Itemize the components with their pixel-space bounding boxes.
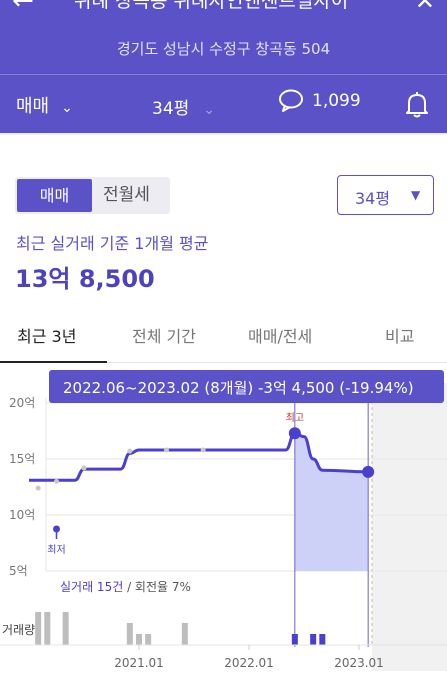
page-title: 위례 창곡동 위례자연앤센트럴자이 (74, 0, 349, 12)
filter-bar: 매매 ⌄ 34평 ⌄ 1,099 (0, 74, 447, 133)
latest-point (362, 465, 375, 478)
highlight-fill (294, 433, 369, 571)
volume-bar (126, 623, 133, 645)
tooltip-text: 2022.06~2023.02 (8개월) -3억 4,500 (-19.94%… (63, 379, 414, 397)
header-divider (0, 133, 447, 135)
volume-bar (181, 623, 188, 645)
price-chart[interactable]: 20억 15억 10억 5억 최고최저 2022.06~2023.02 (8개월) -3억… (0, 363, 447, 671)
x-tick-label: 2023.01 (334, 656, 384, 670)
caret-down-icon: ▼ (411, 188, 421, 202)
comments-button[interactable]: 1,099 (278, 89, 361, 113)
volume-bar (291, 634, 298, 645)
tab-compare[interactable]: 비교 (385, 323, 414, 347)
tab-all-period[interactable]: 전체 기간 (132, 323, 196, 347)
volume-bar (310, 634, 317, 645)
transaction-point (81, 465, 87, 471)
size-select[interactable]: 34평 ▼ (337, 175, 434, 215)
x-tick-label: 2022.01 (224, 656, 274, 670)
size-select-value: 34평 (355, 189, 391, 208)
app-header: ← 위례 창곡동 위례자연앤센트럴자이 ✕ 경기도 성남시 수정구 창곡동 50… (0, 0, 447, 133)
bell-icon[interactable] (404, 91, 430, 119)
volume-bar (44, 612, 51, 645)
deal-type-toggle: 매매 전월세 (15, 177, 170, 214)
deal-type-label: 매매 (16, 96, 50, 117)
average-price: 13억 8,500 (15, 265, 155, 293)
y-tick-label: 5억 (9, 564, 28, 578)
transaction-point (35, 485, 41, 491)
size-filter[interactable]: 34평 ⌄ (152, 94, 215, 119)
volume-label: 거래량 (2, 623, 35, 637)
future-area (372, 383, 447, 671)
tab-recent-3y[interactable]: 최근 3년 (17, 323, 76, 347)
address-text: 경기도 성남시 수정구 창곡동 504 (116, 40, 331, 58)
chevron-down-icon: ⌄ (61, 100, 73, 116)
toggle-sale[interactable]: 매매 (17, 179, 92, 212)
toggle-rent[interactable]: 전월세 (103, 177, 150, 214)
chevron-down-icon: ⌄ (203, 102, 216, 118)
period-tabs: 최근 3년 전체 기간 매매/전세 비교 (0, 315, 447, 363)
comment-count: 1,099 (312, 91, 361, 111)
max-label: 최고 (286, 412, 304, 424)
speech-bubble-icon (279, 89, 303, 112)
tab-sale-jeonse[interactable]: 매매/전세 (248, 323, 312, 347)
volume-bar (62, 612, 69, 645)
y-tick-label: 15억 (9, 452, 35, 466)
volume-bar (319, 634, 326, 645)
deal-type-filter[interactable]: 매매 ⌄ (16, 92, 73, 118)
back-arrow-icon[interactable]: ← (12, 0, 34, 16)
transaction-point (200, 447, 206, 453)
min-marker-dot (52, 525, 60, 533)
close-icon[interactable]: ✕ (415, 0, 435, 16)
y-tick-label: 20억 (9, 396, 35, 410)
max-point (288, 427, 301, 440)
price-chart-svg: 20억 15억 10억 5억 최고최저 2022.06~2023.02 (8개월) -3억… (0, 370, 447, 671)
title-row: ← 위례 창곡동 위례자연앤센트럴자이 ✕ (0, 0, 447, 18)
y-tick-label: 10억 (9, 508, 35, 522)
x-tick-label: 2021.01 (114, 656, 164, 670)
transaction-stats: 실거래 15건 / 회전율 7% (60, 580, 191, 594)
volume-bar (145, 634, 152, 645)
transaction-point (53, 478, 59, 484)
min-label: 최저 (47, 544, 65, 556)
volume-bar (136, 634, 142, 645)
size-filter-label: 34평 (152, 99, 190, 119)
average-label: 최근 실거래 기준 1개월 평균 (16, 234, 209, 253)
transaction-point (164, 447, 170, 453)
transaction-point (127, 448, 133, 454)
volume-bar (35, 612, 42, 645)
